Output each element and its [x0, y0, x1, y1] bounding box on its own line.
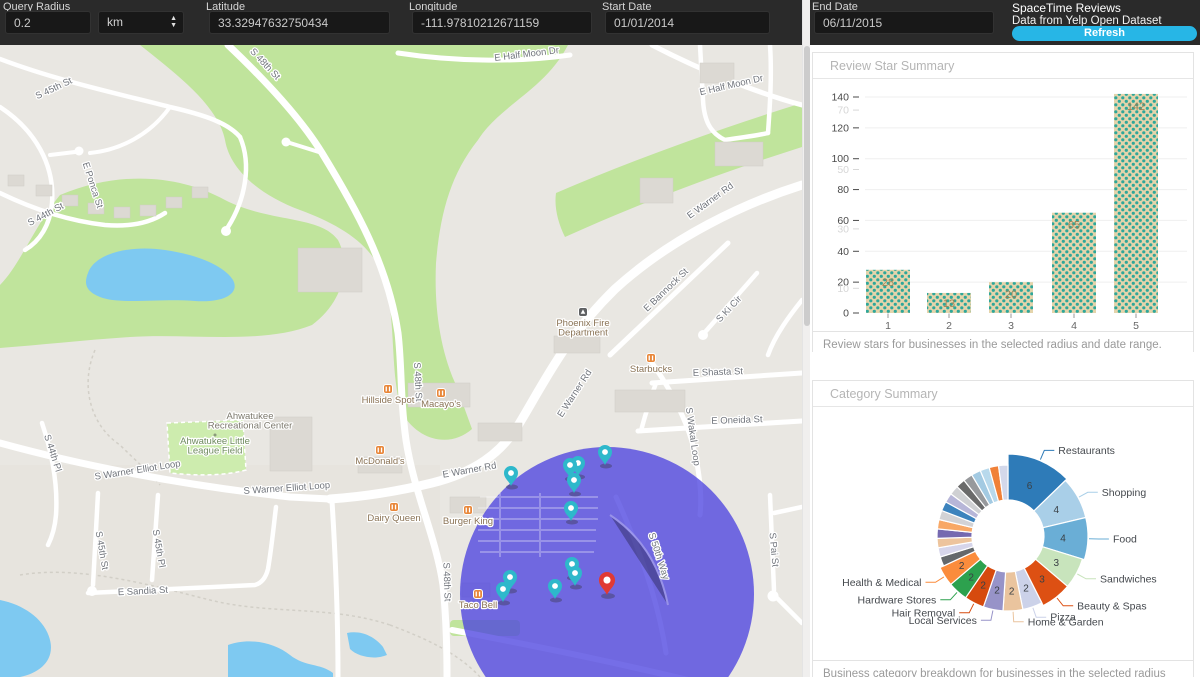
restaurant-icon: [376, 446, 385, 455]
poi-label: Starbucks: [630, 364, 672, 375]
slice-callout-label: Hair Removal: [892, 607, 956, 619]
unit-select[interactable]: km ▲▼: [98, 11, 184, 34]
category-donut-chart: 6 Restaurants 4 Shopping 4 Food 3 Sandwiches 3 Be…: [813, 405, 1195, 660]
slice-value-label: 2: [1023, 583, 1029, 594]
slice-callout-label: Hardware Stores: [858, 594, 937, 606]
street-label: S 48th St: [440, 562, 452, 602]
latitude-input[interactable]: [209, 11, 390, 34]
slice-value-label: 2: [994, 585, 1000, 596]
poi-label: McDonald's: [355, 456, 405, 467]
slice-value-label: 4: [1060, 533, 1066, 544]
y-axis-tick: 40: [837, 246, 849, 258]
y-axis-tick: 140: [831, 92, 849, 104]
start-date-input[interactable]: [605, 11, 770, 34]
slice-callout-label: Sandwiches: [1100, 573, 1157, 585]
bar-value-label: 28: [882, 277, 894, 289]
query-toolbar: Query Radius km ▲▼ Latitude Longitude St…: [0, 0, 1200, 45]
category-summary-caption: Business category breakdown for business…: [813, 660, 1193, 677]
scrollbar-thumb[interactable]: [804, 46, 810, 326]
bar-value-label: 65: [1068, 220, 1080, 232]
review-star-bar-chart: 0204060801001201401030507028113220365414…: [813, 75, 1195, 331]
poi-label: League Field: [188, 446, 243, 457]
poi-label: Hillside Spot: [362, 395, 415, 406]
x-axis-tick: 2: [946, 320, 952, 331]
spacetime-reviews-app: S 45th StE Ponca StS 44th StS 48th StE H…: [0, 0, 1200, 677]
slice-callout-label: Food: [1113, 534, 1137, 546]
slice-callout-label: Health & Medical: [842, 577, 921, 589]
slice-value-label: 2: [968, 572, 974, 583]
category-summary-card: Category Summary 6 Restaurants 4 Shopping 4 F…: [812, 380, 1194, 677]
street-label: E Shasta St: [693, 366, 744, 379]
charts-panel: Review Star Summary 02040608010012014010…: [810, 45, 1200, 677]
slice-value-label: 3: [1053, 558, 1059, 569]
slice-value-label: 6: [1027, 481, 1033, 492]
query-radius-input[interactable]: [5, 11, 91, 34]
street-label: E Oneida St: [711, 414, 763, 427]
restaurant-icon: [474, 590, 483, 599]
y-axis-tick: 80: [837, 184, 849, 196]
slice-callout-label: Home & Garden: [1028, 616, 1104, 628]
slice-value-label: 4: [1053, 505, 1059, 516]
y-axis-ghost-tick: 10: [837, 283, 849, 295]
slice-callout-label: Shopping: [1102, 487, 1147, 499]
x-axis-tick: 4: [1071, 320, 1077, 331]
y-axis-ghost-tick: 70: [837, 105, 849, 117]
bar-value-label: 20: [1005, 289, 1017, 301]
select-arrows-icon: ▲▼: [170, 15, 177, 29]
y-axis-tick: 0: [843, 308, 849, 320]
poi-label: Taco Bell: [459, 600, 498, 611]
bar-stars-5[interactable]: [1114, 94, 1158, 313]
app-title: SpaceTime Reviews: [1012, 1, 1121, 15]
y-axis-tick: 120: [831, 122, 849, 134]
restaurant-icon: [437, 389, 446, 398]
longitude-input[interactable]: [412, 11, 592, 34]
fire-station-icon: [579, 308, 588, 317]
x-axis-tick: 3: [1008, 320, 1014, 331]
slice-value-label: 2: [959, 561, 965, 572]
review-star-summary-card: Review Star Summary 02040608010012014010…: [812, 52, 1194, 352]
category-summary-title: Category Summary: [813, 381, 1193, 407]
refresh-button[interactable]: Refresh: [1012, 26, 1197, 41]
slice-callout-label: Beauty & Spas: [1077, 600, 1146, 612]
y-axis-ghost-tick: 50: [837, 164, 849, 176]
review-star-summary-caption: Review stars for businesses in the selec…: [813, 331, 1193, 353]
map[interactable]: S 45th StE Ponca StS 44th StS 48th StE H…: [0, 45, 802, 677]
poi-label: Recreational Center: [208, 421, 293, 432]
poi-label: Department: [558, 328, 608, 339]
restaurant-icon: [384, 385, 393, 394]
unit-select-value: km: [107, 15, 123, 29]
restaurant-icon: [390, 503, 399, 512]
x-axis-tick: 1: [885, 320, 891, 331]
end-date-input[interactable]: [814, 11, 994, 34]
restaurant-icon: [464, 506, 473, 515]
x-axis-tick: 5: [1133, 320, 1139, 331]
poi-label: Macayo's: [421, 399, 461, 410]
bar-value-label: 142: [1127, 101, 1145, 113]
y-axis-ghost-tick: 30: [837, 223, 849, 235]
page-scrollbar[interactable]: [802, 0, 810, 677]
restaurant-icon: [647, 354, 656, 363]
slice-callout-label: Restaurants: [1058, 445, 1115, 457]
slice-value-label: 2: [980, 581, 986, 592]
slice-value-label: 3: [1039, 575, 1045, 586]
map-canvas[interactable]: S 45th StE Ponca StS 44th StS 48th StE H…: [0, 45, 802, 677]
poi-label: Dairy Queen: [367, 513, 420, 524]
poi-label: Burger King: [443, 516, 493, 527]
bar-value-label: 13: [943, 298, 955, 310]
slice-value-label: 2: [1009, 586, 1015, 597]
